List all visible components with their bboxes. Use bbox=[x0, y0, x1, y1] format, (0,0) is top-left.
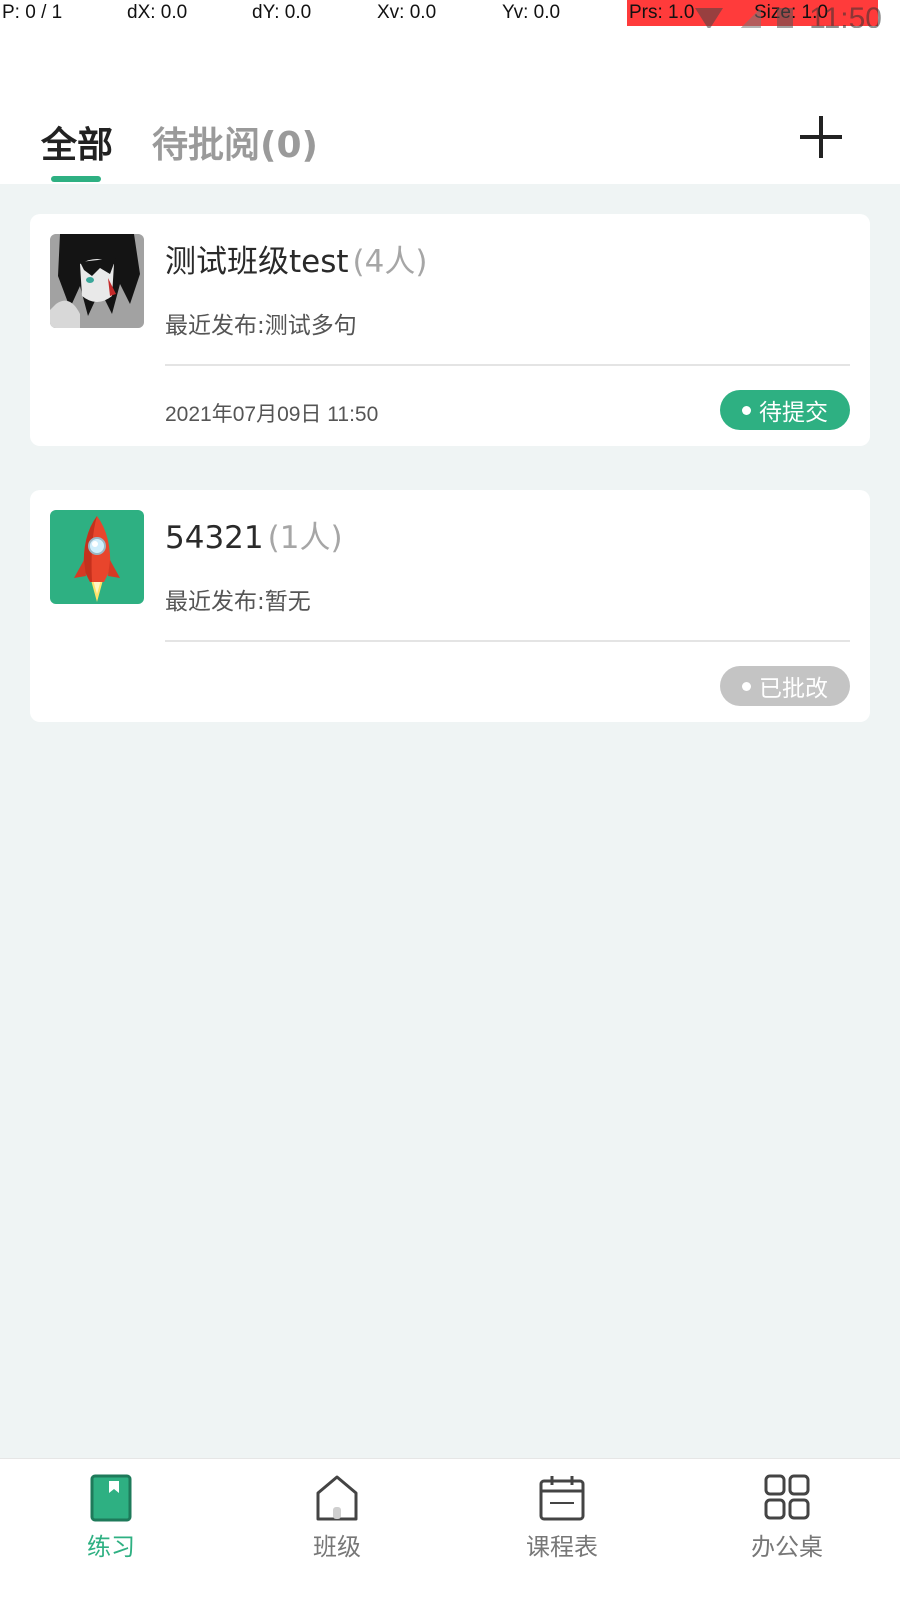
class-name: 54321 bbox=[165, 520, 264, 556]
debug-pointer: P: 0 / 1 bbox=[2, 2, 63, 23]
nav-desk[interactable]: 办公桌 bbox=[727, 1473, 847, 1593]
debug-yv: Yv: 0.0 bbox=[502, 2, 561, 23]
status-badge[interactable]: 待提交 bbox=[720, 390, 850, 430]
class-title: 测试班级test (4人) bbox=[165, 236, 427, 281]
header: 全部 待批阅(0) bbox=[0, 28, 900, 184]
member-count: (1人) bbox=[267, 520, 343, 556]
book-icon bbox=[90, 1474, 132, 1522]
class-title: 54321 (1人) bbox=[165, 512, 343, 557]
recent-publication: 最近发布:暂无 bbox=[165, 589, 311, 615]
wifi-icon bbox=[695, 8, 724, 30]
class-card[interactable]: 54321 (1人) 最近发布:暂无 已批改 bbox=[30, 490, 870, 722]
status-label: 已批改 bbox=[759, 676, 828, 702]
signal-icon bbox=[739, 8, 762, 30]
bottom-navigation: 练习 班级 课程表 办公桌 bbox=[0, 1458, 900, 1600]
nav-label: 课程表 bbox=[526, 1533, 598, 1561]
nav-label: 办公桌 bbox=[751, 1533, 823, 1561]
anime-character-avatar bbox=[50, 234, 144, 328]
recent-publication: 最近发布:测试多句 bbox=[165, 313, 357, 339]
member-count: (4人) bbox=[352, 244, 428, 280]
debug-dy: dY: 0.0 bbox=[252, 2, 312, 23]
grid-icon bbox=[764, 1474, 810, 1520]
dot-icon bbox=[742, 681, 751, 691]
calendar-icon bbox=[539, 1476, 585, 1521]
rocket-avatar bbox=[50, 510, 144, 604]
status-badge[interactable]: 已批改 bbox=[720, 666, 850, 706]
divider bbox=[165, 364, 850, 366]
dot-icon bbox=[742, 405, 751, 415]
debug-pressure: Prs: 1.0 bbox=[629, 2, 695, 23]
status-label: 待提交 bbox=[759, 400, 828, 426]
debug-xv: Xv: 0.0 bbox=[377, 2, 437, 23]
tab-pending-review[interactable]: 待批阅(0) bbox=[152, 116, 318, 168]
publish-date: 2021年07月09日 11:50 bbox=[165, 403, 379, 426]
divider bbox=[165, 640, 850, 642]
nav-practice[interactable]: 练习 bbox=[51, 1473, 171, 1593]
nav-timetable[interactable]: 课程表 bbox=[502, 1473, 622, 1593]
class-card[interactable]: 测试班级test (4人) 最近发布:测试多句 2021年07月09日 11:50… bbox=[30, 214, 870, 446]
class-name: 测试班级test bbox=[165, 244, 349, 280]
active-tab-indicator bbox=[51, 176, 101, 182]
battery-icon bbox=[777, 8, 794, 30]
tab-all[interactable]: 全部 bbox=[41, 116, 113, 168]
home-icon bbox=[316, 1475, 358, 1521]
nav-label: 练习 bbox=[87, 1533, 135, 1561]
debug-dx: dX: 0.0 bbox=[127, 2, 188, 23]
nav-label: 班级 bbox=[313, 1533, 361, 1561]
nav-class[interactable]: 班级 bbox=[277, 1473, 397, 1593]
plus-icon[interactable] bbox=[800, 116, 842, 158]
